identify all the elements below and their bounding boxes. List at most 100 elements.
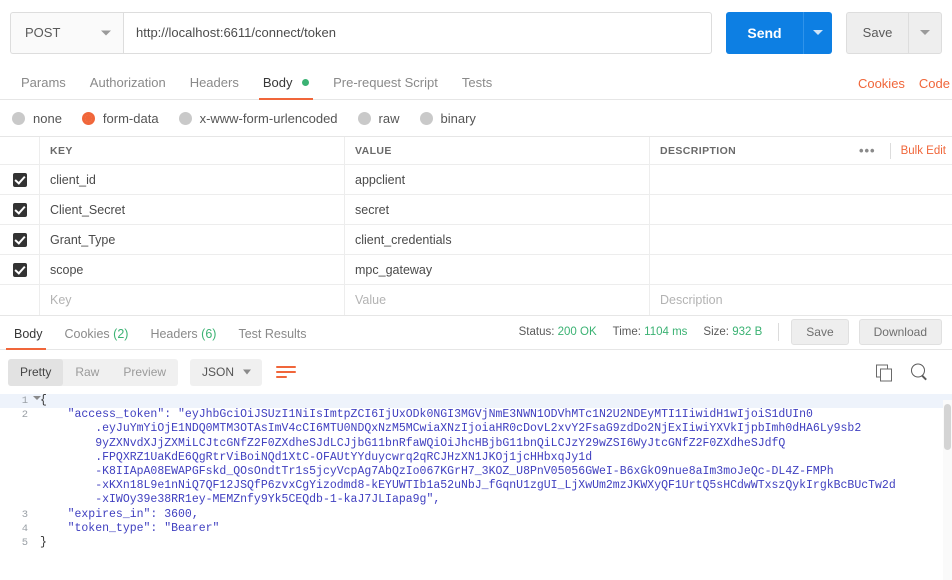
tab-tests[interactable]: Tests <box>450 75 504 99</box>
tab-label: Cookies <box>64 327 110 341</box>
checkbox-checked-icon[interactable] <box>12 262 27 277</box>
row-description[interactable] <box>650 165 952 194</box>
postman-window: POST http://localhost:6611/connect/token… <box>0 0 952 580</box>
response-tab-test-results[interactable]: Test Results <box>227 327 317 349</box>
response-tab-body[interactable]: Body <box>3 327 54 350</box>
row-value[interactable]: appclient <box>345 165 650 194</box>
row-value[interactable]: mpc_gateway <box>345 255 650 284</box>
form-data-table: KEY VALUE DESCRIPTION ••• Bulk Edit clie… <box>0 136 952 316</box>
row-description[interactable] <box>650 195 952 224</box>
code-line: 5 } <box>0 536 952 550</box>
request-url-input[interactable]: http://localhost:6611/connect/token <box>123 11 712 54</box>
line-number <box>0 465 34 479</box>
response-tabs: Body Cookies (2) Headers (6) Test Result… <box>0 316 952 350</box>
line-number <box>0 437 34 451</box>
row-key[interactable]: Grant_Type <box>40 225 345 254</box>
view-mode-raw[interactable]: Raw <box>63 359 111 386</box>
body-type-none[interactable]: none <box>12 111 62 126</box>
tab-headers[interactable]: Headers <box>178 75 251 99</box>
status-label: Status: <box>518 326 555 338</box>
tab-count: (6) <box>201 327 217 341</box>
line-number: 1 <box>0 394 41 408</box>
tab-params[interactable]: Params <box>9 75 78 99</box>
row-key[interactable]: scope <box>40 255 345 284</box>
line-content: "token_type": "Bearer" <box>40 521 220 535</box>
code-link[interactable]: Code <box>919 76 950 91</box>
checkbox-checked-icon[interactable] <box>12 172 27 187</box>
body-type-binary[interactable]: binary <box>419 110 476 126</box>
http-method-select[interactable]: POST <box>10 11 123 54</box>
tab-label: Headers <box>189 75 239 90</box>
tab-body[interactable]: Body <box>251 75 321 100</box>
radio-label: binary <box>440 110 476 126</box>
time-badge: Time: 1104 ms <box>613 326 688 338</box>
response-meta: Status: 200 OK Time: 1104 ms Size: 932 B… <box>519 315 952 349</box>
response-tab-cookies[interactable]: Cookies (2) <box>54 327 140 349</box>
bulk-edit-link[interactable]: Bulk Edit <box>901 145 946 157</box>
request-tabs: Params Authorization Headers Body Pre-re… <box>0 64 952 100</box>
checkbox-checked-icon[interactable] <box>12 232 27 247</box>
save-request-button[interactable]: Save <box>846 11 908 54</box>
line-content: .eyJuYmYiOjE1NDQ0MTM3OTAsImV4cCI6MTU0NDQ… <box>40 422 862 436</box>
tab-pre-request-script[interactable]: Pre-request Script <box>321 75 450 99</box>
row-checkbox-cell <box>0 165 40 194</box>
radio-icon <box>12 111 25 125</box>
radio-label: x-www-form-urlencoded <box>199 110 338 126</box>
radio-label: none <box>33 110 62 126</box>
view-mode-preview[interactable]: Preview <box>111 359 178 386</box>
time-value: 1104 ms <box>644 326 688 338</box>
row-key[interactable]: client_id <box>40 165 345 194</box>
http-method-value: POST <box>25 25 61 40</box>
row-description[interactable] <box>650 225 952 254</box>
wrap-line-2 <box>276 371 297 373</box>
save-button-group: Save <box>846 11 942 54</box>
radio-icon <box>357 111 371 125</box>
response-scrollbar[interactable] <box>943 400 952 580</box>
line-content: } <box>40 535 47 549</box>
copy-icon[interactable] <box>876 364 892 382</box>
send-options-button[interactable] <box>803 11 832 54</box>
row-checkbox-cell <box>0 285 40 315</box>
send-button[interactable]: Send <box>726 11 803 54</box>
tab-label: Test Results <box>238 327 307 341</box>
fold-arrow-icon[interactable] <box>33 396 41 400</box>
code-line: .eyJuYmYiOjE1NDQ0MTM3OTAsImV4cCI6MTU0NDQ… <box>0 422 952 436</box>
row-key[interactable]: Client_Secret <box>40 195 345 224</box>
wrap-line-1 <box>276 366 297 368</box>
tab-count: (2) <box>113 327 129 341</box>
checkbox-checked-icon[interactable] <box>12 202 27 217</box>
new-row-key-input[interactable]: Key <box>40 285 345 315</box>
more-options-icon[interactable]: ••• <box>855 143 880 158</box>
request-url-bar: POST http://localhost:6611/connect/token… <box>0 0 952 64</box>
radio-label: form-data <box>102 110 159 126</box>
request-url-value: http://localhost:6611/connect/token <box>136 25 336 40</box>
search-icon[interactable] <box>911 363 928 381</box>
body-type-form-data[interactable]: form-data <box>81 110 159 126</box>
row-description[interactable] <box>650 255 952 284</box>
tab-authorization[interactable]: Authorization <box>78 75 178 99</box>
tab-label: Headers <box>150 327 198 341</box>
new-row-value-input[interactable]: Value <box>345 285 650 315</box>
response-tab-headers[interactable]: Headers (6) <box>139 327 227 349</box>
code-line: -K8IIApA08EWAPGFskd_QOsOndtTr1s5jcyVcpAg… <box>0 465 952 479</box>
header-description: DESCRIPTION <box>660 144 737 157</box>
view-mode-pretty[interactable]: Pretty <box>8 358 64 386</box>
download-response-button[interactable]: Download <box>858 319 942 345</box>
save-options-button[interactable] <box>908 11 942 54</box>
response-body-code[interactable]: 1 { 2 "access_token": "eyJhbGciOiJSUzI1N… <box>0 394 952 564</box>
save-response-button[interactable]: Save <box>791 319 849 345</box>
scrollbar-thumb[interactable] <box>944 404 951 450</box>
body-type-x-www-form-urlencoded[interactable]: x-www-form-urlencoded <box>178 110 338 126</box>
response-format-select[interactable]: JSON <box>190 358 263 386</box>
body-type-raw[interactable]: raw <box>357 110 400 126</box>
response-view-toolbar: Pretty Raw Preview JSON <box>0 350 952 394</box>
wrap-lines-icon[interactable] <box>276 361 300 383</box>
request-tab-links: Cookies Code <box>858 76 952 91</box>
new-row-description-input[interactable]: Description <box>650 285 952 315</box>
row-value[interactable]: client_credentials <box>345 225 650 254</box>
response-actions <box>876 363 928 382</box>
radio-label: raw <box>378 110 400 126</box>
row-value[interactable]: secret <box>345 195 650 224</box>
cookies-link[interactable]: Cookies <box>858 76 905 91</box>
line-content: -K8IIApA08EWAPGFskd_QOsOndtTr1s5jcyVcpAg… <box>40 464 834 478</box>
